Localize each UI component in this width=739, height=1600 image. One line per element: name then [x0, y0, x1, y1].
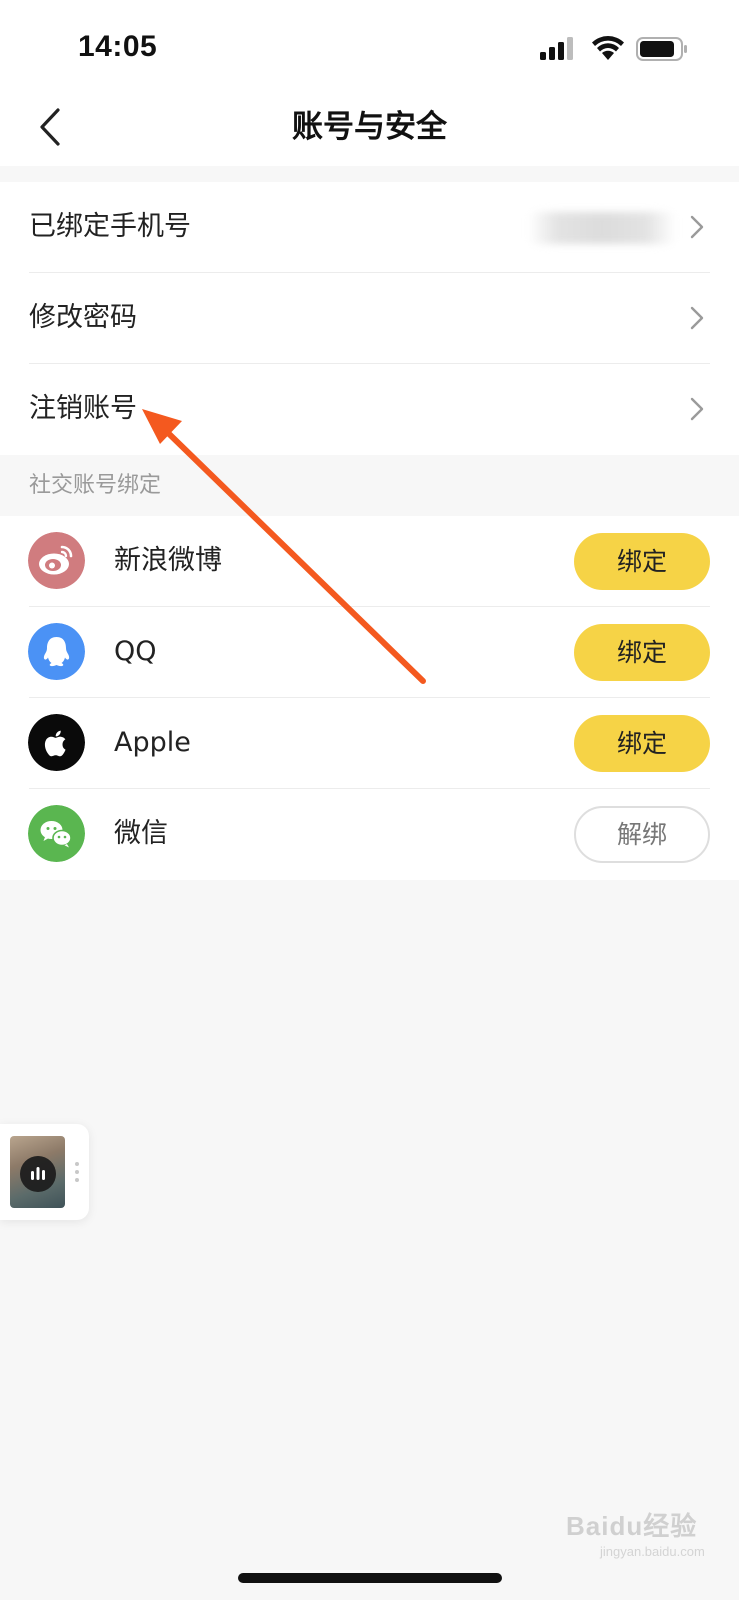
- wechat-unbind-button[interactable]: 解绑: [574, 806, 710, 863]
- social-row-qq: QQ 绑定: [0, 607, 739, 698]
- bound-phone-row[interactable]: 已绑定手机号: [0, 182, 739, 273]
- weibo-icon: [28, 532, 85, 589]
- drag-handle-icon[interactable]: [74, 1160, 80, 1184]
- wifi-icon: [592, 36, 624, 60]
- qq-bind-button[interactable]: 绑定: [574, 624, 710, 681]
- apple-label: Apple: [114, 727, 191, 758]
- cellular-signal-icon: [540, 37, 573, 60]
- baidu-watermark: Baidu经验: [566, 1511, 698, 1541]
- bound-phone-label: 已绑定手机号: [29, 211, 191, 242]
- change-password-row[interactable]: 修改密码: [0, 273, 739, 364]
- social-row-apple: Apple 绑定: [0, 698, 739, 789]
- audio-bars-icon[interactable]: [20, 1156, 56, 1192]
- chevron-right-icon: [690, 397, 704, 421]
- apple-icon: [28, 714, 85, 771]
- baidu-watermark-url: jingyan.baidu.com: [600, 1544, 705, 1559]
- apple-bind-button[interactable]: 绑定: [574, 715, 710, 772]
- home-indicator[interactable]: [238, 1573, 502, 1583]
- weibo-bind-button[interactable]: 绑定: [574, 533, 710, 590]
- wechat-label: 微信: [114, 818, 168, 849]
- obscured-phone-value: [528, 212, 676, 244]
- delete-account-label: 注销账号: [29, 393, 137, 424]
- chevron-right-icon: [690, 215, 704, 239]
- qq-label: QQ: [114, 636, 157, 667]
- page-title: 账号与安全: [292, 109, 447, 145]
- account-settings-group: 已绑定手机号 修改密码 注销账号: [0, 182, 739, 455]
- social-row-weibo: 新浪微博 绑定: [0, 516, 739, 607]
- floating-audio-player[interactable]: [0, 1124, 89, 1220]
- social-accounts-group: 新浪微博 绑定 QQ 绑定 Apple 绑定 微信 解绑: [0, 516, 739, 880]
- weibo-label: 新浪微博: [114, 545, 222, 576]
- status-time: 14:05: [78, 30, 158, 63]
- status-bar: 14:05: [0, 0, 739, 90]
- social-section-header: 社交账号绑定: [29, 473, 162, 498]
- wechat-icon: [28, 805, 85, 862]
- battery-icon: [636, 37, 687, 61]
- chevron-right-icon: [690, 306, 704, 330]
- change-password-label: 修改密码: [29, 302, 137, 333]
- nav-bar: 账号与安全: [0, 90, 739, 166]
- qq-icon: [28, 623, 85, 680]
- social-row-wechat: 微信 解绑: [0, 789, 739, 880]
- delete-account-row[interactable]: 注销账号: [0, 364, 739, 455]
